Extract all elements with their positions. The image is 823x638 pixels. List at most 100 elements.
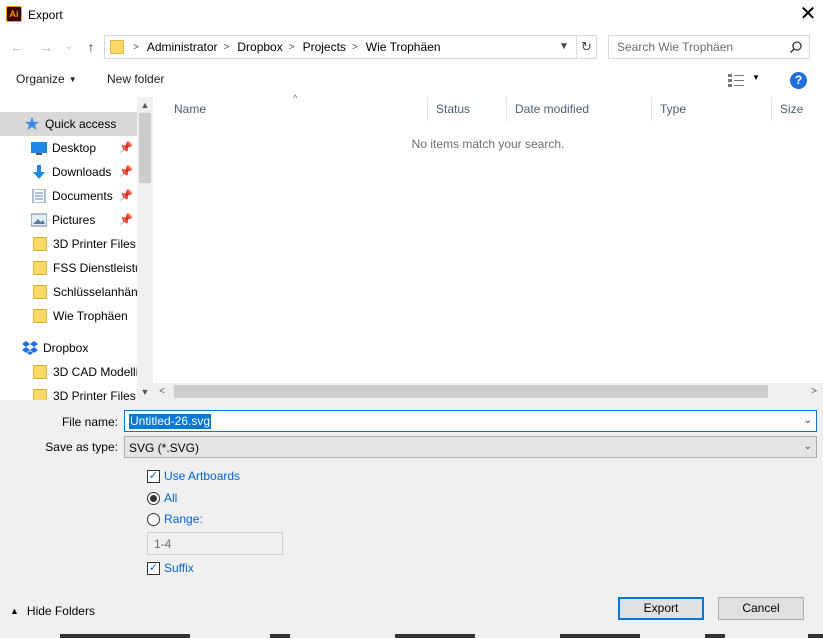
sidebar-item-label: Desktop xyxy=(52,141,97,155)
chevron-right-icon: > xyxy=(133,41,139,53)
scroll-left-icon[interactable]: < xyxy=(155,383,169,400)
column-header-type[interactable]: Type xyxy=(652,97,772,121)
sidebar-item-wie-trophaen[interactable]: Wie Trophäen xyxy=(0,304,137,328)
chevron-down-icon[interactable]: ▼ xyxy=(554,36,574,58)
document-icon xyxy=(32,189,46,203)
sidebar-item-label: 3D Printer Files xyxy=(53,389,136,400)
search-box[interactable] xyxy=(608,35,810,59)
sidebar-item-dropbox-3d-printer-files[interactable]: 3D Printer Files xyxy=(0,384,137,400)
cancel-button[interactable]: Cancel xyxy=(718,597,804,620)
search-icon[interactable] xyxy=(789,40,803,54)
chevron-down-icon[interactable]: ⌄ xyxy=(804,415,812,426)
filename-value[interactable]: Untitled-26.svg xyxy=(129,414,212,429)
sidebar-item-label: Schlüsselanhäng xyxy=(53,285,137,299)
new-folder-button[interactable]: New folder xyxy=(107,72,164,86)
breadcrumb: > Administrator > Dropbox > Projects > W… xyxy=(127,36,441,58)
view-options-icon[interactable] xyxy=(728,73,744,87)
breadcrumb-item-wie-trophaen[interactable]: Wie Trophäen xyxy=(366,40,441,54)
command-bar: Organize ▼ New folder ▼ xyxy=(0,64,823,96)
organize-button[interactable]: Organize ▼ xyxy=(16,72,77,86)
folder-icon xyxy=(33,285,47,299)
column-header-name[interactable]: Name xyxy=(166,97,428,121)
sidebar-item-downloads[interactable]: Downloads 📌 xyxy=(0,160,137,184)
sidebar-item-pictures[interactable]: Pictures 📌 xyxy=(0,208,137,232)
pin-icon[interactable]: 📌 xyxy=(119,141,133,154)
folder-icon xyxy=(33,389,47,400)
recent-locations-chevron-icon[interactable]: ⌄ xyxy=(60,38,78,56)
folder-icon xyxy=(33,309,47,323)
file-list: ^ Name Status Date modified Type Size No… xyxy=(153,93,823,400)
pin-icon[interactable]: 📌 xyxy=(119,165,133,178)
pin-icon[interactable]: 📌 xyxy=(119,189,133,202)
scrollbar-thumb[interactable] xyxy=(174,385,768,398)
radio-unselected-icon[interactable] xyxy=(147,512,160,526)
sidebar-item-label: 3D Printer Files xyxy=(53,237,136,251)
column-header-date-modified[interactable]: Date modified xyxy=(507,97,652,121)
all-radio[interactable]: All xyxy=(147,491,177,505)
sidebar-item-label: FSS Dienstleistur xyxy=(53,261,137,275)
filename-field[interactable]: Untitled-26.svg ⌄ xyxy=(124,410,817,432)
sidebar-item-3d-cad-modelle[interactable]: 3D CAD Modelli xyxy=(0,360,137,384)
scroll-right-icon[interactable]: > xyxy=(807,383,821,400)
help-icon[interactable]: ? xyxy=(790,72,807,89)
save-options-panel: File name: Untitled-26.svg ⌄ Save as typ… xyxy=(0,400,823,638)
export-button[interactable]: Export xyxy=(618,597,704,620)
sidebar-item-schluesselanhaenger[interactable]: Schlüsselanhäng xyxy=(0,280,137,304)
pin-icon[interactable]: 📌 xyxy=(119,213,133,226)
column-header-size[interactable]: Size xyxy=(772,97,823,121)
caret-down-icon: ▼ xyxy=(68,75,77,84)
folder-icon xyxy=(33,237,47,251)
address-bar[interactable]: > Administrator > Dropbox > Projects > W… xyxy=(104,35,597,59)
breadcrumb-item-dropbox[interactable]: Dropbox xyxy=(237,40,282,54)
chevron-down-icon[interactable]: ⌄ xyxy=(804,441,812,452)
download-icon xyxy=(33,165,45,179)
range-radio[interactable]: Range: xyxy=(147,512,203,526)
navigation-pane-scrollbar[interactable]: ▲ ▼ xyxy=(137,97,153,400)
navigation-bar: ← → ⌄ ↑ > Administrator > Dropbox > Proj… xyxy=(0,32,823,62)
refresh-icon[interactable]: ↻ xyxy=(576,36,596,58)
chevron-right-icon[interactable]: > xyxy=(289,42,295,53)
savetype-select[interactable]: SVG (*.SVG) ⌄ xyxy=(124,436,817,458)
dropbox-icon xyxy=(22,341,38,355)
sidebar-item-fss-dienstleistungen[interactable]: FSS Dienstleistur xyxy=(0,256,137,280)
range-label: Range: xyxy=(164,512,203,526)
scroll-down-icon[interactable]: ▼ xyxy=(137,384,153,400)
hide-folders-label: Hide Folders xyxy=(26,604,95,618)
range-field[interactable]: 1-4 xyxy=(147,532,283,555)
chevron-right-icon[interactable]: > xyxy=(352,42,358,53)
forward-arrow-icon[interactable]: → xyxy=(37,38,55,56)
hide-folders-button[interactable]: ▲ Hide Folders xyxy=(10,604,95,618)
sidebar-item-label: Pictures xyxy=(52,213,96,227)
close-button[interactable]: ✕ xyxy=(793,0,823,30)
sidebar-item-dropbox[interactable]: Dropbox xyxy=(0,336,137,360)
scroll-up-icon[interactable]: ▲ xyxy=(137,97,153,113)
column-header-status[interactable]: Status xyxy=(428,97,507,121)
empty-results-message: No items match your search. xyxy=(411,137,565,151)
sidebar-item-label: Downloads xyxy=(52,165,112,179)
checkmark-icon[interactable]: ✓ xyxy=(147,561,160,575)
chevron-right-icon[interactable]: > xyxy=(224,42,230,53)
sidebar-item-desktop[interactable]: Desktop 📌 xyxy=(0,136,137,160)
radio-selected-icon[interactable] xyxy=(147,491,160,505)
folder-icon xyxy=(33,261,47,275)
suffix-checkbox[interactable]: ✓ Suffix xyxy=(147,561,194,575)
taskbar-edge xyxy=(0,634,823,638)
up-arrow-icon[interactable]: ↑ xyxy=(82,38,100,56)
sidebar-item-quick-access[interactable]: Quick access xyxy=(0,112,137,136)
view-dropdown-caret-icon[interactable]: ▼ xyxy=(752,73,760,82)
scrollbar-thumb[interactable] xyxy=(139,113,151,183)
illustrator-app-icon: Ai xyxy=(6,6,22,22)
checkmark-icon[interactable]: ✓ xyxy=(147,469,160,483)
suffix-label: Suffix xyxy=(164,561,194,575)
sidebar-item-3d-printer-files[interactable]: 3D Printer Files xyxy=(0,232,137,256)
sidebar-item-label: Dropbox xyxy=(43,341,89,355)
use-artboards-checkbox[interactable]: ✓ Use Artboards xyxy=(147,469,240,483)
filename-label: File name: xyxy=(61,415,118,429)
search-input[interactable] xyxy=(609,36,789,58)
pictures-icon xyxy=(31,213,47,227)
file-list-horizontal-scrollbar[interactable]: < > xyxy=(153,383,823,400)
back-arrow-icon[interactable]: ← xyxy=(8,38,26,56)
breadcrumb-item-administrator[interactable]: Administrator xyxy=(147,40,218,54)
sidebar-item-documents[interactable]: Documents 📌 xyxy=(0,184,137,208)
breadcrumb-item-projects[interactable]: Projects xyxy=(303,40,346,54)
